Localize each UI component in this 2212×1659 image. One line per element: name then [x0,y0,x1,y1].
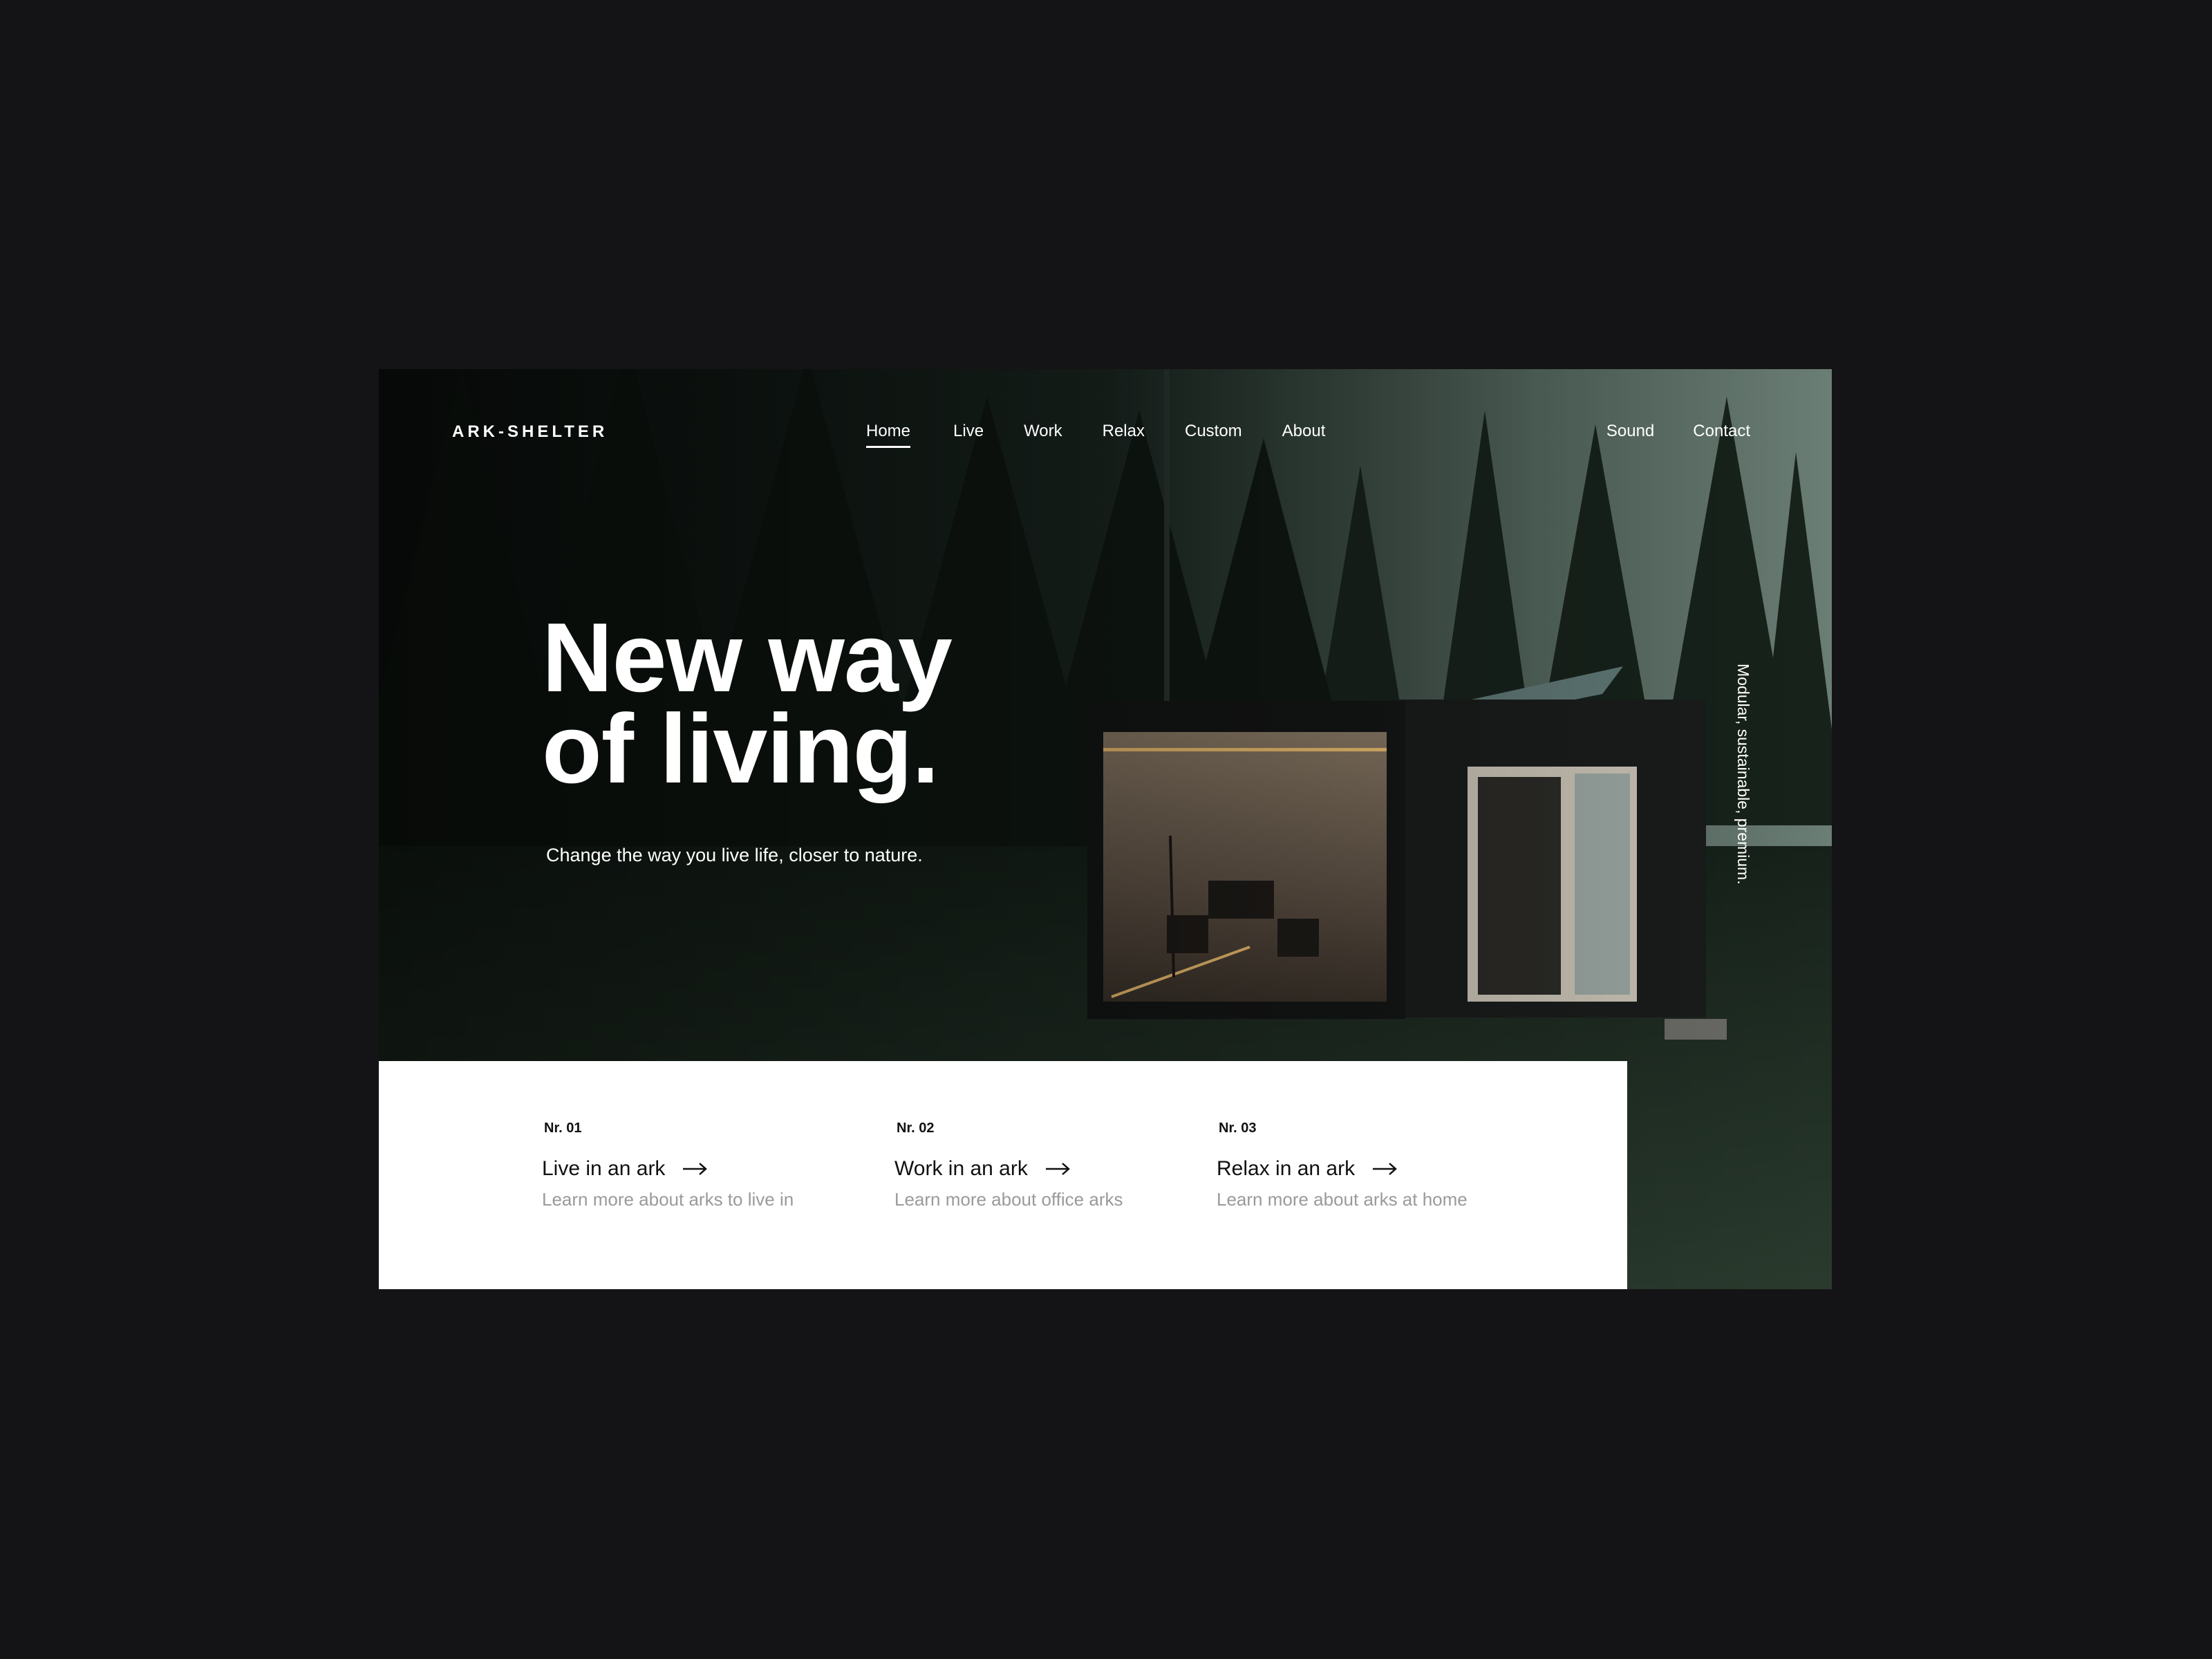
card-title: Live in an ark [542,1157,666,1180]
card-relax[interactable]: Nr. 03 Relax in an ark Learn more about … [1217,1121,1468,1210]
hero-headline: New way of living. [542,603,953,804]
nav-item-relax[interactable]: Relax [1103,422,1145,448]
nav-item-live[interactable]: Live [953,422,984,448]
contact-link[interactable]: Contact [1693,422,1750,448]
feature-card: Nr. 01 Live in an ark Learn more about a… [379,1061,1627,1289]
hero-subline: Change the way you live life, closer to … [546,845,923,865]
card-work[interactable]: Nr. 02 Work in an ark Learn more about o… [894,1121,1123,1210]
card-title: Work in an ark [894,1157,1028,1180]
arrow-right-icon[interactable] [1373,1162,1398,1176]
vertical-tagline: Modular, sustainable, premium. [1734,664,1752,885]
hero-frame: ARK-SHELTER Home Live Work Relax Custom … [379,369,1832,1289]
arrow-right-icon[interactable] [1045,1162,1071,1176]
nav-item-work[interactable]: Work [1024,422,1062,448]
site-logo[interactable]: ARK-SHELTER [452,422,608,442]
headline-line-1: New way [542,603,953,713]
card-description: Learn more about arks to live in [542,1189,794,1210]
card-number: Nr. 01 [544,1121,582,1136]
main-nav: Home Live Work Relax Custom About [866,422,1325,448]
nav-item-custom[interactable]: Custom [1185,422,1242,448]
card-number: Nr. 02 [897,1121,935,1136]
nav-item-home[interactable]: Home [866,422,911,448]
card-title: Relax in an ark [1217,1157,1356,1180]
sound-toggle[interactable]: Sound [1606,422,1654,448]
headline-line-2: of living. [542,694,939,804]
card-number: Nr. 03 [1219,1121,1257,1136]
card-description: Learn more about office arks [894,1189,1123,1210]
arrow-right-icon[interactable] [683,1162,708,1176]
card-live[interactable]: Nr. 01 Live in an ark Learn more about a… [542,1121,794,1210]
card-description: Learn more about arks at home [1217,1189,1468,1210]
nav-item-about[interactable]: About [1282,422,1326,448]
header-actions: Sound Contact [1606,422,1750,448]
